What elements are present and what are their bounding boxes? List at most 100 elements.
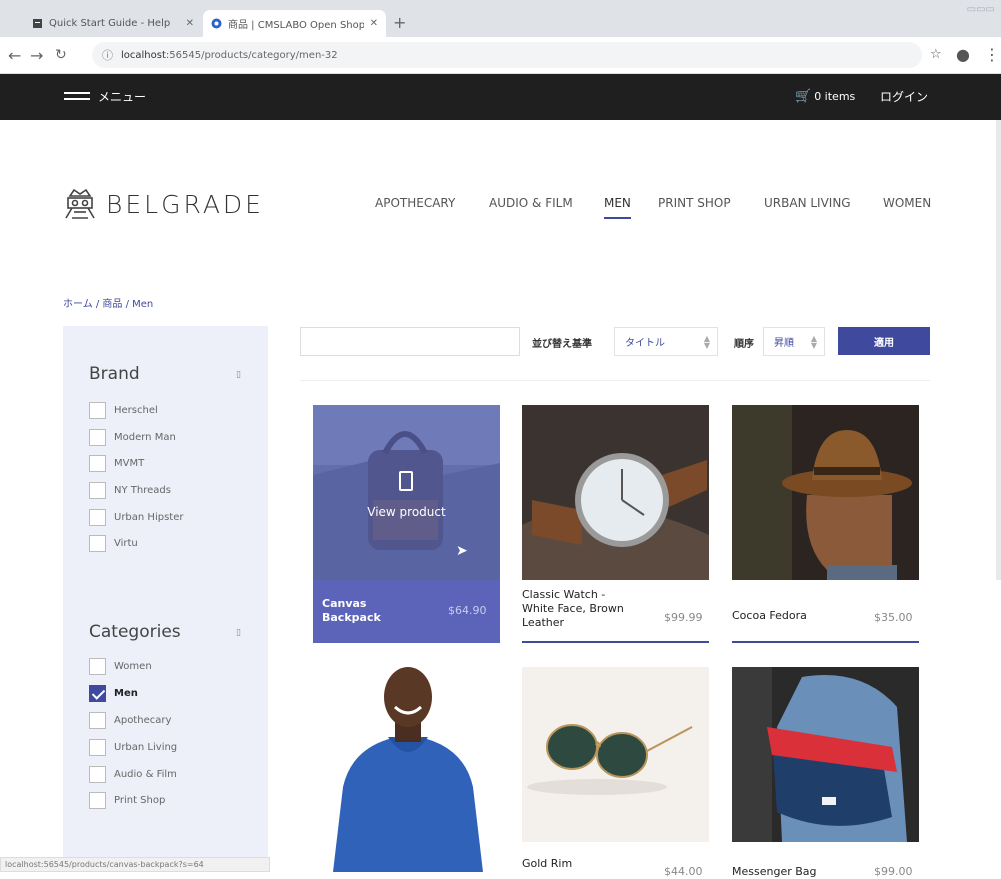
product-card-canvas-backpack[interactable]: View product ➤ Canvas Backpack $64.90 — [313, 405, 500, 643]
window-controls-icon[interactable]: ▭▭▭ — [967, 4, 995, 15]
product-price: $35.00 — [874, 611, 913, 624]
site-logo[interactable]: BELGRADE — [62, 186, 264, 222]
checkbox[interactable] — [89, 481, 106, 499]
brand-filter-urban-hipster[interactable]: Urban Hipster — [89, 507, 183, 527]
login-link[interactable]: ログイン — [880, 88, 928, 105]
category-filter-audio-film[interactable]: Audio & Film — [89, 764, 177, 784]
hoodie-photo — [313, 667, 500, 872]
checkbox-checked[interactable] — [89, 684, 106, 702]
nav-print-shop[interactable]: PRINT SHOP — [658, 196, 731, 210]
nav-audio-film[interactable]: AUDIO & FILM — [489, 196, 573, 210]
filter-label: Print Shop — [114, 794, 166, 806]
product-name[interactable]: Classic Watch - White Face, Brown Leathe… — [522, 588, 632, 630]
nav-urban-living[interactable]: URBAN LIVING — [764, 196, 851, 210]
filter-label: Herschel — [114, 404, 158, 416]
info-icon: ⓘ — [102, 49, 113, 62]
checkbox[interactable] — [89, 765, 106, 783]
product-image[interactable]: View product ➤ — [313, 405, 500, 580]
apply-button[interactable]: 適用 — [838, 327, 930, 355]
filter-label: Women — [114, 660, 152, 672]
sort-by-select[interactable]: タイトル ▲ ▼ — [614, 327, 718, 356]
logo-mark-icon — [65, 188, 95, 219]
nav-apothecary[interactable]: APOTHECARY — [375, 196, 455, 210]
address-bar[interactable]: ⓘ localhost :56545/products/category/men… — [92, 42, 922, 68]
filter-label: Urban Hipster — [114, 511, 184, 523]
product-name[interactable]: Cocoa Fedora — [732, 609, 807, 623]
doc-icon — [33, 19, 42, 28]
product-image[interactable] — [522, 405, 709, 580]
brand-filter-virtu[interactable]: Virtu — [89, 533, 138, 553]
active-underline — [604, 217, 631, 219]
view-product-link[interactable]: View product — [313, 505, 500, 519]
category-filter-apothecary[interactable]: Apothecary — [89, 710, 171, 730]
close-icon[interactable]: ✕ — [186, 18, 194, 29]
new-tab-icon[interactable]: + — [393, 13, 406, 32]
product-image[interactable] — [732, 667, 919, 842]
product-image[interactable] — [732, 405, 919, 580]
browser-tab-bar: Quick Start Guide - Help ✕ 商品 | CMSLABO … — [0, 0, 1001, 37]
filter-label: MVMT — [114, 457, 145, 469]
checkbox[interactable] — [89, 711, 106, 729]
menu-label: メニュー — [98, 90, 147, 104]
product-card-gold-rim[interactable]: Gold Rim $44.00 — [522, 667, 709, 878]
checkbox[interactable] — [89, 534, 106, 552]
product-price: $64.90 — [448, 604, 487, 617]
browser-tab-shop[interactable]: 商品 | CMSLABO Open Shop ✕ — [203, 10, 386, 37]
product-info-highlight: Canvas Backpack $64.90 — [313, 580, 500, 643]
product-underline — [732, 641, 919, 643]
product-card-cocoa-fedora[interactable]: Cocoa Fedora $35.00 — [732, 405, 919, 645]
star-icon[interactable]: ☆ — [930, 47, 942, 62]
category-filter-women[interactable]: Women — [89, 656, 152, 676]
product-image[interactable] — [522, 667, 709, 842]
checkbox[interactable] — [89, 454, 106, 472]
product-card-messenger-bag[interactable]: Messenger Bag $99.00 — [732, 667, 919, 878]
url-host: localhost — [121, 49, 166, 61]
category-filter-men[interactable]: Men — [89, 683, 138, 703]
reload-icon[interactable]: ↻ — [55, 47, 67, 63]
brand-filter-mvmt[interactable]: MVMT — [89, 453, 144, 473]
browser-tab-help[interactable]: Quick Start Guide - Help ✕ — [24, 10, 202, 37]
breadcrumb[interactable]: ホーム / 商品 / Men — [63, 295, 153, 310]
nav-women[interactable]: WOMEN — [883, 196, 931, 210]
close-icon[interactable]: ✕ — [370, 18, 378, 29]
order-select[interactable]: 昇順 ▲ ▼ — [763, 327, 825, 356]
brand-filter-ny-threads[interactable]: NY Threads — [89, 480, 171, 500]
cart-button[interactable]: 🛒 0 items — [795, 89, 855, 104]
fedora-photo — [732, 405, 919, 580]
watch-photo — [522, 405, 709, 580]
product-card-hoodie[interactable] — [313, 667, 500, 872]
product-name[interactable]: Messenger Bag — [732, 865, 817, 879]
brand-collapse-icon[interactable]: ▯ — [236, 370, 241, 380]
menu-button[interactable]: メニュー — [64, 88, 146, 105]
product-name[interactable]: Gold Rim — [522, 857, 572, 871]
brand-filter-modern-man[interactable]: Modern Man — [89, 427, 176, 447]
divider — [300, 380, 930, 381]
forward-icon[interactable]: → — [30, 46, 43, 65]
categories-collapse-icon[interactable]: ▯ — [236, 628, 241, 638]
product-image[interactable] — [313, 667, 500, 872]
filter-label: Urban Living — [114, 741, 178, 753]
checkbox[interactable] — [89, 428, 106, 446]
kebab-menu-icon[interactable]: ⋮ — [984, 45, 1000, 64]
profile-icon[interactable]: ● — [956, 45, 970, 64]
product-card-classic-watch[interactable]: Classic Watch - White Face, Brown Leathe… — [522, 405, 709, 645]
sort-by-label: 並び替え基準 — [532, 339, 592, 350]
checkbox[interactable] — [89, 738, 106, 756]
checkbox[interactable] — [89, 791, 106, 809]
view-icon — [399, 471, 413, 491]
order-label: 順序 — [734, 339, 754, 350]
checkbox[interactable] — [89, 657, 106, 675]
filter-label: Men — [114, 687, 138, 699]
checkbox[interactable] — [89, 508, 106, 526]
back-icon[interactable]: ← — [8, 46, 21, 65]
category-filter-urban-living[interactable]: Urban Living — [89, 737, 177, 757]
page-scrollbar[interactable] — [996, 120, 1001, 580]
nav-men[interactable]: MEN — [604, 196, 631, 219]
search-input[interactable] — [300, 327, 520, 356]
checkbox[interactable] — [89, 401, 106, 419]
brand-filter-herschel[interactable]: Herschel — [89, 400, 158, 420]
category-filter-print-shop[interactable]: Print Shop — [89, 790, 165, 810]
site-header: メニュー 🛒 0 items ログイン — [0, 74, 1001, 120]
status-url: localhost:56545/products/canvas-backpack… — [0, 857, 270, 872]
product-name[interactable]: Canvas Backpack — [322, 597, 412, 625]
